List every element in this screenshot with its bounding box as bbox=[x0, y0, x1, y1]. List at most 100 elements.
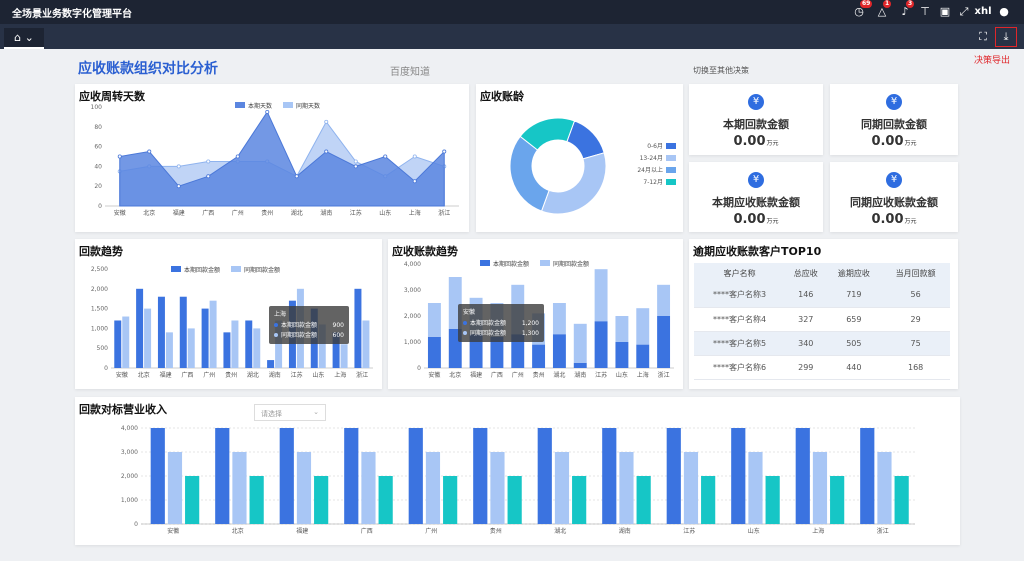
bar bbox=[354, 288, 362, 368]
data-point bbox=[412, 154, 417, 159]
cell: 327 bbox=[785, 307, 827, 332]
y-tick-label: 3,000 bbox=[404, 287, 421, 294]
data-point bbox=[176, 164, 181, 169]
bar-current bbox=[573, 362, 587, 368]
bar bbox=[144, 308, 152, 368]
tooltip-row-label: 同期回款金额 bbox=[281, 331, 317, 339]
data-point bbox=[176, 184, 181, 189]
bar bbox=[830, 476, 845, 524]
x-tick-label: 安徽 bbox=[428, 371, 440, 379]
x-tick-label: 上海 bbox=[334, 371, 346, 379]
turnover-panel: 应收周转天数 0 20 40 60 80 100 安徽 北京 福建 广西 广州 贵州 湖北 湖南 江苏 山东 上… bbox=[75, 84, 469, 232]
cell: ****客户名称6 bbox=[694, 355, 786, 380]
table-row[interactable]: ****客户名称6 299 440 168 bbox=[694, 355, 950, 380]
revenue-chart: 0 1,000 2,000 3,000 4,000 安徽 北京 福建 广西 广州 贵州 湖北 湖南 江苏 山… bbox=[121, 425, 915, 535]
cell: ****客户名称3 bbox=[694, 283, 786, 308]
data-point bbox=[324, 119, 329, 124]
warning-icon[interactable]: △ 1 bbox=[875, 0, 892, 19]
table-row[interactable]: ****客户名称5 340 505 75 bbox=[694, 331, 950, 356]
x-tick-label: 贵州 bbox=[490, 527, 502, 535]
top-bar: 全场景业务数字化管理平台 ◷ 69 △ 1 ♪ 3 ⊤ ▣ ⤢ xhl ● bbox=[0, 0, 1024, 24]
legend-label: 13-24月 bbox=[640, 155, 663, 162]
revenue-title: 回款对标营业收入 bbox=[79, 403, 167, 416]
table-row[interactable]: ****客户名称4 327 659 29 bbox=[694, 307, 950, 332]
legend-swatch bbox=[540, 260, 550, 266]
legend-swatch bbox=[666, 179, 676, 185]
clock-icon[interactable]: ◷ 69 bbox=[852, 0, 873, 19]
fullscreen-icon[interactable]: ⤢ bbox=[957, 5, 971, 19]
y-tick-label: 100 bbox=[91, 104, 103, 111]
artrend-title: 应收账款趋势 bbox=[392, 245, 458, 258]
bar-current bbox=[657, 316, 671, 368]
card-number: 0.00 bbox=[871, 134, 904, 149]
data-point bbox=[117, 154, 122, 159]
data-point bbox=[324, 149, 329, 154]
shirt-icon[interactable]: ⊤ bbox=[918, 5, 932, 19]
bar bbox=[795, 428, 810, 524]
bar bbox=[554, 452, 570, 524]
bar bbox=[731, 428, 746, 524]
bell-icon[interactable]: ♪ 3 bbox=[898, 0, 915, 19]
bar bbox=[877, 452, 892, 524]
card-number: 0.00 bbox=[871, 212, 904, 227]
yen-icon: ¥ bbox=[748, 172, 764, 188]
aging-chart: 0-6月 13-24月 24月以上 7-12月 bbox=[509, 117, 676, 215]
username[interactable]: xhl bbox=[974, 5, 992, 19]
card-unit: 万元 bbox=[904, 140, 917, 147]
bar-current bbox=[594, 321, 608, 368]
data-point bbox=[147, 149, 152, 154]
legend-label: 本期天数 bbox=[248, 102, 272, 110]
legend-swatch bbox=[480, 260, 490, 266]
switch-decision-link[interactable]: 切换至其他决策 bbox=[693, 65, 749, 76]
x-tick-label: 广州 bbox=[203, 371, 215, 379]
data-point bbox=[265, 109, 270, 114]
y-tick-label: 2,000 bbox=[121, 473, 138, 480]
cell: 505 bbox=[826, 331, 882, 356]
bar bbox=[215, 428, 230, 524]
bar-prior bbox=[657, 284, 671, 316]
download-icon[interactable]: ⤓ bbox=[995, 27, 1017, 47]
user-icon[interactable]: ● bbox=[997, 5, 1011, 19]
card-label: 本期应收账款金额 bbox=[712, 196, 800, 209]
payback-panel: 回款趋势 0 500 1,000 1,500 2,000 2,500 安徽 北京 福建 广西 广州 贵… bbox=[75, 239, 382, 389]
x-tick-label: 湖南 bbox=[269, 371, 281, 379]
bar bbox=[683, 452, 699, 524]
y-tick-label: 500 bbox=[97, 345, 109, 352]
region-select[interactable]: 请选择 ⌄ bbox=[254, 404, 326, 421]
payback-title: 回款趋势 bbox=[79, 245, 123, 258]
y-tick-label: 1,000 bbox=[121, 497, 138, 504]
expand-icon[interactable]: ⛶ bbox=[976, 30, 990, 44]
turnover-chart: 0 20 40 60 80 100 安徽 北京 福建 广西 广州 贵州 湖北 湖南 江苏 山东 上海 浙江 本期天数… bbox=[91, 102, 459, 217]
baidu-watermark: 百度知道 bbox=[390, 67, 430, 78]
top10-title: 逾期应收账款客户TOP10 bbox=[693, 245, 822, 258]
bar bbox=[443, 476, 458, 524]
table-row[interactable]: ****客户名称3 146 719 56 bbox=[694, 283, 950, 308]
card-value: 0.00万元 bbox=[689, 134, 823, 149]
card-current-ar: ¥ 本期应收账款金额 0.00万元 bbox=[689, 162, 823, 232]
home-tab[interactable]: ⌂ ⌄ bbox=[4, 28, 44, 49]
x-tick-label: 福建 bbox=[173, 209, 185, 217]
data-point bbox=[353, 164, 358, 169]
chevron-down-icon: ⌄ bbox=[313, 408, 319, 416]
bar bbox=[157, 296, 165, 368]
card-prior-ar: ¥ 同期应收账款金额 0.00万元 bbox=[830, 162, 958, 232]
tooltip-row-value: 900 bbox=[333, 322, 345, 329]
tooltip-title: 上海 bbox=[274, 310, 286, 318]
x-tick-label: 湖北 bbox=[291, 209, 303, 217]
page-title: 应收账款组织对比分析 bbox=[78, 61, 218, 77]
x-tick-label: 江苏 bbox=[595, 371, 607, 379]
x-tick-label: 山东 bbox=[312, 371, 324, 379]
y-tick-label: 0 bbox=[98, 203, 102, 210]
y-tick-label: 3,000 bbox=[121, 449, 138, 456]
legend-label: 7-12月 bbox=[643, 179, 663, 186]
warning-badge: 1 bbox=[883, 0, 892, 8]
image-icon[interactable]: ▣ bbox=[938, 5, 952, 19]
bar bbox=[490, 452, 505, 524]
legend-label: 同期回款金额 bbox=[553, 260, 589, 268]
card-number: 0.00 bbox=[733, 134, 766, 149]
bar bbox=[344, 428, 359, 524]
bar bbox=[362, 320, 370, 368]
x-tick-label: 湖北 bbox=[554, 527, 566, 535]
x-tick-label: 湖南 bbox=[320, 209, 332, 217]
bar bbox=[185, 476, 200, 524]
